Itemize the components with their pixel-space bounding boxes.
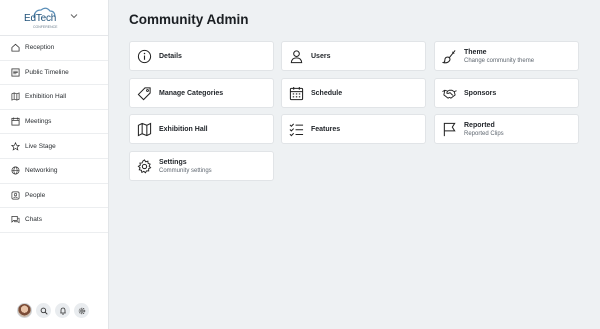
tag-icon [137,86,151,100]
card-title: Sponsors [464,89,497,97]
sidebar-item-meetings[interactable]: Meetings [0,110,108,135]
map-icon [11,92,20,102]
gear-icon [78,307,85,314]
avatar[interactable] [17,303,32,318]
logo-subtitle: CONFERENCE [33,25,58,29]
bottom-toolbar [17,303,89,318]
search-button[interactable] [36,303,51,318]
sidebar-item-label: People [25,191,46,199]
reported-card[interactable]: Reported Reported Clips [434,114,579,144]
card-subtitle: Community settings [159,167,212,174]
gear-icon [137,158,152,174]
page-title: Community Admin [129,12,249,27]
calendar-icon [11,117,20,126]
sidebar: EdTech CONFERENCE Reception Public Timel… [0,0,109,329]
features-card[interactable]: Features [281,114,426,144]
sidebar-item-label: Live Stage [25,142,56,150]
logo-area: EdTech CONFERENCE [0,0,108,36]
sidebar-item-label: Exhibition Hall [25,93,67,101]
sidebar-item-label: Reception [25,44,55,52]
settings-card[interactable]: Settings Community settings [129,151,274,181]
notifications-button[interactable] [55,303,70,318]
card-title: Exhibition Hall [159,125,208,133]
manage-categories-card[interactable]: Manage Categories [129,78,274,108]
map-icon [137,122,152,136]
sponsors-card[interactable]: Sponsors [434,78,579,108]
card-subtitle: Change community theme [464,57,535,64]
sidebar-item-label: Meetings [25,118,52,126]
sidebar-item-label: Networking [25,167,58,175]
user-icon [290,49,303,63]
logo-text[interactable]: EdTech [24,13,56,24]
card-subtitle: Reported Clips [464,130,504,137]
paintbrush-icon [442,49,456,63]
globe-icon [11,166,20,175]
sidebar-item-exhibition-hall[interactable]: Exhibition Hall [0,85,108,110]
card-title: Theme [464,48,487,56]
card-title: Reported [464,121,495,129]
info-icon [137,49,152,63]
star-icon [11,141,20,151]
sidebar-item-live-stage[interactable]: Live Stage [0,134,108,159]
timeline-icon [11,68,20,77]
handshake-icon [442,89,457,99]
settings-button[interactable] [74,303,89,318]
card-title: Users [311,52,331,60]
search-icon [40,307,48,315]
sidebar-item-networking[interactable]: Networking [0,159,108,184]
exhibition-hall-card[interactable]: Exhibition Hall [129,114,274,144]
card-title: Details [159,52,182,60]
card-title: Manage Categories [159,89,224,97]
card-title: Schedule [311,89,343,97]
chevron-down-icon[interactable] [70,12,78,20]
details-card[interactable]: Details [129,41,274,71]
card-title: Settings [159,158,187,166]
theme-card[interactable]: Theme Change community theme [434,41,579,71]
bell-icon [59,307,66,315]
home-icon [11,44,20,52]
sidebar-item-reception[interactable]: Reception [0,36,108,61]
sidebar-item-chats[interactable]: Chats [0,208,108,233]
flag-icon [443,122,456,136]
chat-icon [11,216,20,224]
sidebar-item-people[interactable]: People [0,184,108,209]
checklist-icon [289,123,304,136]
sidebar-item-public-timeline[interactable]: Public Timeline [0,61,108,86]
users-card[interactable]: Users [281,41,426,71]
card-title: Features [311,125,341,133]
sidebar-item-label: Public Timeline [25,68,69,76]
calendar-icon [289,86,304,100]
sidebar-nav: Reception Public Timeline Exhibition Hal… [0,36,108,233]
person-icon [11,191,20,200]
sidebar-item-label: Chats [25,216,42,224]
schedule-card[interactable]: Schedule [281,78,426,108]
